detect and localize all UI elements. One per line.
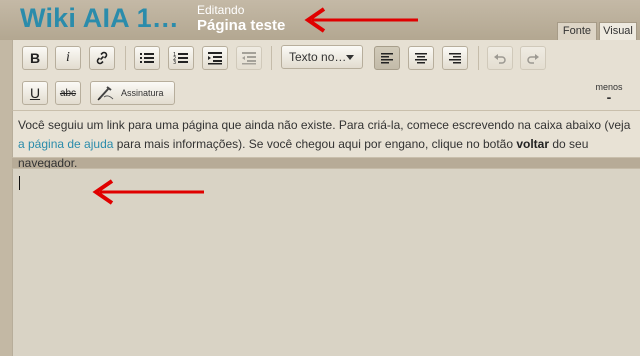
outdent-button[interactable] bbox=[236, 46, 262, 70]
tab-visual[interactable]: Visual bbox=[599, 22, 637, 40]
link-button[interactable] bbox=[89, 46, 115, 70]
signature-label: Assinatura bbox=[121, 88, 164, 98]
bold-button[interactable]: B bbox=[22, 46, 48, 70]
format-select-value: Texto no… bbox=[289, 50, 347, 64]
chevron-down-icon bbox=[346, 55, 354, 60]
svg-text:3: 3 bbox=[173, 60, 176, 65]
left-gutter bbox=[0, 40, 12, 356]
help-page-link[interactable]: a página de ajuda bbox=[18, 137, 113, 151]
wiki-name[interactable]: Wiki AIA 1… bbox=[20, 3, 179, 34]
bold-label: B bbox=[29, 50, 41, 66]
editor-toolbar: B i 1 2 3 Texto no… U abc Assinatura men… bbox=[12, 40, 640, 110]
undo-icon bbox=[494, 54, 506, 64]
notice-text: para mais informações). Se você chegou a… bbox=[113, 137, 517, 151]
redo-button[interactable] bbox=[520, 46, 546, 70]
red-arrow-icon bbox=[92, 179, 204, 205]
align-center-button[interactable] bbox=[408, 46, 434, 70]
page-title: Página teste bbox=[197, 17, 286, 34]
editor-header: Wiki AIA 1… Editando Página teste Fonte … bbox=[0, 0, 640, 40]
notice-bold-text: voltar bbox=[516, 137, 550, 151]
undo-button[interactable] bbox=[487, 46, 513, 70]
numbered-list-icon: 1 2 3 bbox=[173, 52, 188, 65]
strikethrough-label: abc bbox=[59, 87, 77, 99]
redo-icon bbox=[527, 54, 539, 64]
align-right-button[interactable] bbox=[442, 46, 468, 70]
format-select[interactable]: Texto no… bbox=[281, 45, 363, 69]
bullet-list-icon bbox=[140, 53, 154, 63]
notice-text: Você seguiu um link para uma página que … bbox=[18, 118, 631, 132]
tab-source[interactable]: Fonte bbox=[557, 22, 597, 40]
toolbar-separator bbox=[478, 46, 479, 70]
underline-label: U bbox=[29, 85, 41, 101]
signature-button[interactable]: Assinatura bbox=[90, 81, 175, 105]
toolbar-separator bbox=[271, 46, 272, 70]
italic-label: i bbox=[66, 50, 70, 65]
align-left-button[interactable] bbox=[374, 46, 400, 70]
strikethrough-button[interactable]: abc bbox=[55, 81, 81, 105]
align-center-icon bbox=[415, 53, 427, 64]
underline-button[interactable]: U bbox=[22, 81, 48, 105]
signature-pen-icon bbox=[97, 86, 114, 101]
indent-button[interactable] bbox=[202, 46, 228, 70]
red-arrow-icon bbox=[304, 7, 418, 33]
numbered-list-button[interactable]: 1 2 3 bbox=[168, 46, 194, 70]
text-cursor bbox=[19, 176, 20, 190]
less-symbol: - bbox=[606, 89, 612, 105]
italic-button[interactable]: i bbox=[55, 46, 81, 70]
editing-label: Editando bbox=[197, 3, 245, 17]
bullet-list-button[interactable] bbox=[134, 46, 160, 70]
toolbar-less-toggle[interactable]: menos - bbox=[589, 82, 629, 105]
new-page-notice: Você seguiu um link para uma página que … bbox=[12, 110, 640, 170]
align-left-icon bbox=[381, 53, 393, 64]
toolbar-separator bbox=[125, 46, 126, 70]
outdent-icon bbox=[242, 52, 256, 65]
link-icon bbox=[96, 51, 108, 65]
indent-icon bbox=[208, 52, 222, 65]
align-right-icon bbox=[449, 53, 461, 64]
